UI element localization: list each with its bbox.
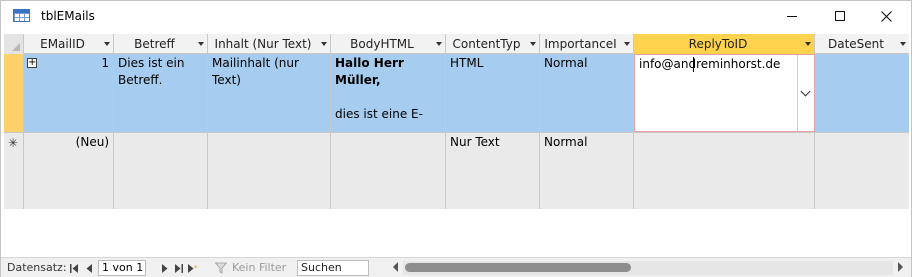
- dropdown-arrow-icon[interactable]: [805, 42, 811, 46]
- first-record-button[interactable]: [68, 261, 80, 275]
- current-record-field[interactable]: 1 von 1: [98, 260, 146, 276]
- column-header-label: EMailID: [40, 37, 85, 51]
- last-record-button[interactable]: [172, 261, 184, 275]
- column-header-row: EMailID Betreff Inhalt (Nur Text) BodyHT…: [4, 34, 909, 54]
- new-record-icon: *: [188, 263, 198, 273]
- dropdown-arrow-icon[interactable]: [624, 42, 630, 46]
- column-header-label: ContentTyp: [452, 37, 521, 51]
- dropdown-arrow-icon[interactable]: [198, 42, 204, 46]
- horizontal-scrollbar-thumb[interactable]: [405, 263, 631, 272]
- first-record-icon: [69, 263, 78, 273]
- scroll-right-arrow-icon[interactable]: [898, 262, 903, 272]
- column-header-label: ReplyToID: [688, 37, 748, 51]
- column-header-replytoid[interactable]: ReplyToID: [634, 34, 815, 54]
- new-record-button[interactable]: *: [187, 261, 199, 275]
- column-header-label: ImportanceI: [544, 37, 617, 51]
- column-header-emailid[interactable]: EMailID: [24, 34, 114, 54]
- column-header-contenttyp[interactable]: ContentTyp: [446, 34, 540, 54]
- empty-grid-area: [4, 209, 909, 256]
- record-navigation-bar: Datensatz: 1 von 1 * Kein Filter Suchen: [1, 257, 911, 277]
- bodyhtml-text: dies ist eine E-: [335, 107, 423, 121]
- close-icon: [880, 10, 892, 22]
- column-header-label: Betreff: [134, 37, 175, 51]
- minimize-button[interactable]: [769, 1, 815, 31]
- bodyhtml-bold-text: Hallo Herr Müller,: [335, 56, 404, 87]
- column-header-label: Inhalt (Nur Text): [214, 37, 312, 51]
- cell-contenttyp[interactable]: HTML: [446, 54, 540, 132]
- row-selector[interactable]: [4, 54, 24, 132]
- window-title: tblEMails: [41, 9, 95, 23]
- table-icon: [13, 9, 30, 22]
- text-cursor: [693, 57, 694, 72]
- column-header-label: DateSent: [828, 37, 884, 51]
- close-button[interactable]: [863, 1, 909, 31]
- dropdown-arrow-icon[interactable]: [321, 42, 327, 46]
- cell-bodyhtml[interactable]: [331, 133, 446, 209]
- cell-contenttyp[interactable]: Nur Text: [446, 133, 540, 209]
- new-record-row[interactable]: ✳ (Neu) Nur Text Normal: [4, 133, 909, 209]
- row-selector[interactable]: ✳: [4, 133, 24, 209]
- column-header-inhalt[interactable]: Inhalt (Nur Text): [208, 34, 331, 54]
- cell-betreff[interactable]: [114, 133, 208, 209]
- replytoid-combobox[interactable]: info@andreminhorst.de: [634, 54, 815, 132]
- cell-importance[interactable]: Normal: [540, 54, 634, 132]
- replytoid-value[interactable]: info@andreminhorst.de: [639, 56, 780, 73]
- column-header-betreff[interactable]: Betreff: [114, 34, 208, 54]
- datasheet-grid: EMailID Betreff Inhalt (Nur Text) BodyHT…: [4, 34, 909, 209]
- chevron-down-icon: [800, 86, 811, 97]
- cell-inhalt[interactable]: [208, 133, 331, 209]
- new-record-icon: ✳: [8, 136, 19, 150]
- maximize-button[interactable]: [817, 1, 863, 31]
- previous-record-button[interactable]: [83, 261, 95, 275]
- maximize-icon: [835, 11, 845, 21]
- record-label: Datensatz:: [7, 261, 67, 274]
- previous-record-icon: [86, 263, 92, 273]
- cell-datesent[interactable]: [815, 133, 909, 209]
- column-header-datesent[interactable]: DateSent: [815, 34, 909, 54]
- filter-status-button[interactable]: Kein Filter: [232, 261, 286, 274]
- cell-datesent[interactable]: [815, 54, 909, 132]
- cell-replytoid[interactable]: [634, 133, 815, 209]
- column-header-bodyhtml[interactable]: BodyHTML: [331, 34, 446, 54]
- cell-importance[interactable]: Normal: [540, 133, 634, 209]
- dropdown-arrow-icon[interactable]: [900, 42, 906, 46]
- dropdown-arrow-icon[interactable]: [530, 42, 536, 46]
- cell-inhalt[interactable]: Mailinhalt (nur Text): [208, 54, 331, 132]
- title-bar: tblEMails: [1, 1, 911, 31]
- next-record-icon: [161, 263, 167, 273]
- dropdown-arrow-icon[interactable]: [104, 42, 110, 46]
- cell-emailid[interactable]: (Neu): [24, 133, 114, 209]
- datasheet-window: tblEMails EMailID Betreff Inhalt (Nur Te…: [0, 0, 912, 277]
- cell-emailid[interactable]: 1: [24, 54, 114, 132]
- last-record-icon: [174, 263, 183, 273]
- search-input[interactable]: Suchen: [297, 260, 369, 276]
- minimize-icon: [787, 15, 797, 17]
- svg-text:*: *: [194, 264, 198, 272]
- column-header-label: BodyHTML: [350, 37, 414, 51]
- next-record-button[interactable]: [158, 261, 170, 275]
- filter-icon: [215, 262, 227, 274]
- scroll-left-arrow-icon[interactable]: [393, 262, 398, 272]
- dropdown-arrow-icon[interactable]: [436, 42, 442, 46]
- cell-betreff[interactable]: Dies ist ein Betreff.: [114, 54, 208, 132]
- combobox-dropdown-button[interactable]: [797, 55, 814, 131]
- column-header-importance[interactable]: ImportanceI: [540, 34, 634, 54]
- select-all-corner[interactable]: [4, 34, 24, 54]
- cell-bodyhtml[interactable]: Hallo Herr Müller, dies ist eine E-: [331, 54, 446, 132]
